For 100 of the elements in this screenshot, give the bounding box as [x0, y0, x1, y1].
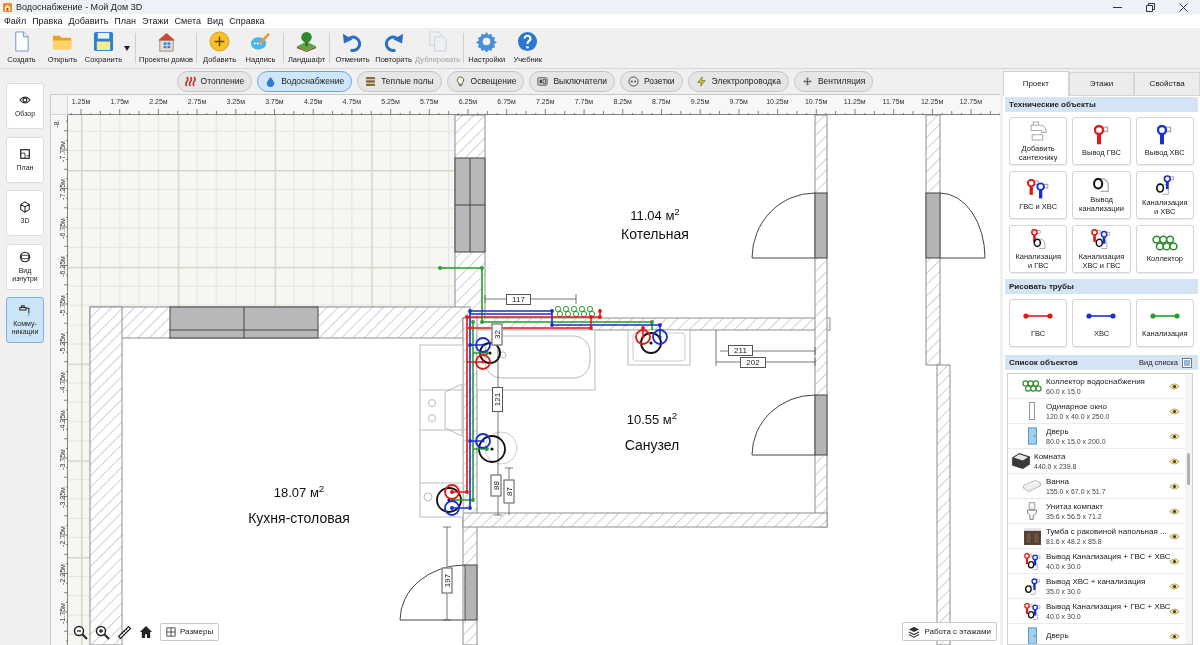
item-name[interactable]: Вывод Канализация + ГВС + ХВС: [1046, 601, 1171, 612]
caret-icon[interactable]: [124, 45, 130, 51]
layer-tab[interactable]: Водоснабжение: [257, 71, 353, 92]
visibility-eye-icon[interactable]: [1169, 606, 1180, 616]
drain-outlet: [436, 487, 462, 513]
layer-tab[interactable]: Освещение: [446, 71, 525, 92]
visibility-eye-icon[interactable]: [1169, 456, 1180, 466]
grid-icon: [166, 627, 176, 637]
scrollbar-thumb[interactable]: [1187, 453, 1190, 485]
switch-icon: [537, 76, 549, 87]
light-bulb-icon: [454, 76, 466, 87]
hot-water-outlet-icon: [1094, 125, 1109, 145]
menu-item[interactable]: Добавить: [65, 16, 112, 26]
toilet-icon: [1027, 502, 1037, 520]
bathtub-icon: [1023, 480, 1041, 492]
socket-icon: [628, 76, 640, 87]
drain-outlet: [478, 435, 506, 463]
floors-button[interactable]: Работа с этажами: [902, 622, 997, 641]
fan-icon: [801, 76, 813, 87]
drain-hot-cold-outlet-icon: [1023, 552, 1041, 570]
faucet-icon: [19, 304, 31, 316]
menu-item[interactable]: Файл: [1, 16, 30, 26]
item-name[interactable]: Тумба с раковиной напольная ...: [1046, 526, 1167, 537]
dimensions-button[interactable]: Размеры: [160, 623, 220, 641]
drain-outlet: [640, 332, 662, 354]
dimension-label: 211: [728, 345, 753, 356]
dimension-label: 121: [492, 387, 503, 412]
section-title: Список объектов: [1009, 358, 1078, 367]
item-name[interactable]: Унитаз компакт: [1046, 501, 1103, 512]
item-name[interactable]: Дверь: [1046, 631, 1069, 641]
layer-tab[interactable]: Отопление: [176, 71, 253, 92]
house-icon: [155, 31, 177, 52]
layer-tab[interactable]: Теплые полы: [357, 71, 442, 92]
dimension-label: 87: [503, 479, 515, 504]
drain-cold-outlet-icon: [1024, 577, 1040, 595]
room-name: Котельная: [621, 226, 689, 242]
door-icon: [1027, 427, 1037, 445]
menu-item[interactable]: Вид: [204, 16, 227, 26]
visibility-eye-icon[interactable]: [1169, 556, 1180, 566]
room-name: Санузел: [624, 437, 680, 453]
cold-water-outlet: [652, 329, 668, 345]
manifold-icon: [1022, 380, 1042, 392]
visibility-eye-icon[interactable]: [1169, 581, 1180, 591]
visibility-eye-icon[interactable]: [1169, 431, 1180, 441]
manifold: [554, 305, 596, 318]
window-title: Водоснабжение - Мой Дом 3D: [16, 2, 143, 12]
section-header: Рисовать трубы: [1005, 279, 1198, 294]
close-icon[interactable]: [1179, 2, 1188, 12]
menu-item[interactable]: План: [111, 16, 140, 26]
layer-tab[interactable]: Розетки: [620, 71, 683, 92]
visibility-eye-icon[interactable]: [1169, 531, 1180, 541]
cold-water-outlet-icon: [1157, 125, 1173, 145]
layer-tab[interactable]: Вентиляция: [793, 71, 874, 92]
list-view-icon: [1182, 357, 1192, 368]
item-name[interactable]: Вывод ХВС + канализация: [1046, 576, 1146, 587]
room-area: 10.55 м$^{2}$: [626, 412, 678, 427]
panel-tab[interactable]: Этажи: [1068, 72, 1135, 96]
zoom-in-icon[interactable]: [95, 624, 110, 640]
layer-tab[interactable]: Электропроводка: [687, 71, 789, 92]
item-name[interactable]: Вывод Канализация + ГВС + ХВС: [1046, 551, 1171, 562]
cold-water-outlet: [475, 337, 491, 353]
speech-bubble-pencil-icon: [250, 31, 272, 52]
visibility-eye-icon[interactable]: [1169, 381, 1180, 391]
item-name[interactable]: Ванна: [1046, 476, 1070, 487]
item-name[interactable]: Комната: [1034, 451, 1066, 462]
ruler-icon[interactable]: [117, 624, 132, 640]
dimension-label: 32: [491, 323, 503, 346]
item-name[interactable]: Одинарное окно: [1046, 401, 1107, 412]
restore-icon[interactable]: [1146, 2, 1155, 12]
layer-tab[interactable]: Выключатели: [529, 71, 616, 92]
drain-outlet: [479, 342, 501, 364]
zoom-out-icon[interactable]: [73, 624, 88, 640]
toilet: [484, 431, 518, 465]
room-icon: [1012, 453, 1030, 469]
radiator-icon: [184, 76, 196, 87]
hot-water-outlet: [635, 329, 651, 345]
menu-item[interactable]: Смета: [171, 16, 204, 26]
layers-icon: [365, 76, 377, 87]
panel-tab[interactable]: Свойства: [1134, 72, 1200, 96]
faucet-outline-icon: [1029, 120, 1047, 141]
item-name[interactable]: Дверь: [1046, 426, 1069, 437]
menu-item[interactable]: Справка: [226, 16, 268, 26]
vanity-cabinet-icon: [1023, 527, 1041, 545]
visibility-eye-icon[interactable]: [1169, 506, 1180, 516]
dimension-label: 197: [441, 567, 453, 594]
window-icon: [1029, 402, 1035, 420]
dimension-label: 202: [740, 357, 766, 368]
water-drop-icon: [265, 76, 277, 87]
cold-water-outlet: [475, 433, 491, 449]
panel-tab[interactable]: Проект: [1003, 71, 1069, 96]
room-area: 11.04 м$^{2}$: [630, 208, 680, 223]
visibility-eye-icon[interactable]: [1169, 481, 1180, 491]
home-icon[interactable]: [139, 625, 153, 639]
item-name[interactable]: Коллектор водоснабжения: [1046, 376, 1145, 387]
visibility-eye-icon[interactable]: [1169, 406, 1180, 416]
copy-icon: [427, 31, 449, 52]
menu-item[interactable]: Правка: [29, 16, 66, 26]
visibility-eye-icon[interactable]: [1169, 631, 1180, 641]
menu-item[interactable]: Этажи: [139, 16, 172, 26]
hot-water-outlet: [444, 484, 460, 500]
